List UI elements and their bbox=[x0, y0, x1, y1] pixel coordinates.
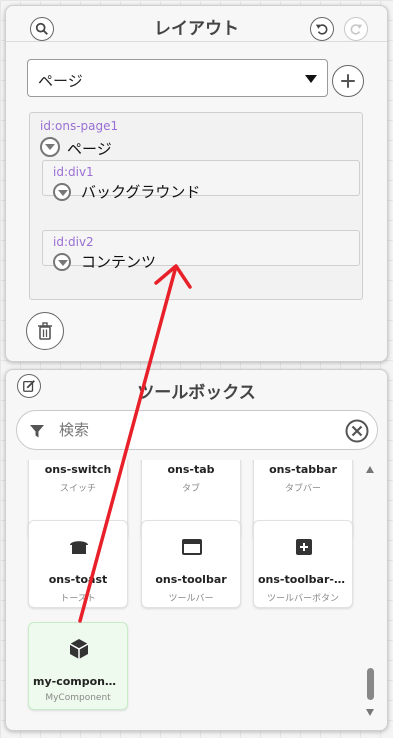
tool-card-ons-toolbar-button[interactable]: ons-toolbar-button ツールバーボタン bbox=[253, 520, 353, 608]
scrollbar-thumb[interactable] bbox=[367, 668, 374, 700]
clear-icon[interactable] bbox=[345, 419, 369, 443]
plus-square-icon bbox=[296, 539, 312, 555]
collapse-toggle-icon[interactable] bbox=[53, 183, 71, 201]
trash-icon bbox=[38, 322, 52, 340]
tree-node-id: id:div2 bbox=[53, 235, 94, 249]
scroll-down-arrow[interactable] bbox=[366, 709, 374, 716]
tool-name: ons-toast bbox=[48, 573, 108, 586]
tool-name: ons-toolbar bbox=[155, 573, 227, 586]
tool-name: ons-tabbar bbox=[269, 463, 337, 476]
toolbar-icon bbox=[182, 539, 202, 555]
tree-node-id: id:div1 bbox=[53, 165, 94, 179]
toolbox-panel-header: ツールボックス bbox=[6, 370, 387, 406]
tree-node-div1[interactable]: id:div1 バックグラウンド bbox=[42, 160, 360, 201]
tool-card-my-component[interactable]: my-component MyComponent bbox=[28, 622, 128, 710]
page-select-value: ページ bbox=[38, 72, 83, 90]
layout-tree: id:ons-page1 ページ id:div1 バックグラウンド id:div… bbox=[29, 112, 363, 300]
tool-subtitle: スイッチ bbox=[59, 484, 96, 494]
tool-card-ons-toast[interactable]: ons-toast トースト bbox=[28, 520, 128, 608]
layout-panel: レイアウト ページ id:ons-page1 ページ id:div1 バックグラ… bbox=[5, 5, 388, 362]
tool-subtitle: タブ bbox=[181, 484, 200, 494]
undo-icon bbox=[315, 24, 328, 35]
search-icon bbox=[35, 22, 48, 35]
tree-root-label[interactable]: ページ bbox=[67, 138, 112, 159]
add-page-button[interactable] bbox=[332, 65, 364, 97]
tool-subtitle: タブバー bbox=[284, 484, 321, 494]
tool-name: ons-tab bbox=[167, 463, 215, 476]
tree-node-label: バックグラウンド bbox=[81, 183, 201, 201]
cube-icon bbox=[69, 639, 89, 659]
toolbox-panel: ツールボックス ons-switch スイッチ ons-tab タブ ons-t… bbox=[5, 369, 388, 731]
tool-subtitle: トースト bbox=[60, 594, 96, 604]
chevron-down-icon bbox=[305, 75, 317, 83]
tool-name: my-component bbox=[33, 675, 123, 688]
tool-subtitle: ツールバーボタン bbox=[266, 594, 339, 604]
tool-subtitle: MyComponent bbox=[45, 693, 111, 703]
page-select[interactable]: ページ bbox=[27, 59, 328, 97]
collapse-toggle-icon[interactable] bbox=[40, 137, 60, 157]
toolbox-search bbox=[16, 410, 378, 450]
tree-root-id: id:ons-page1 bbox=[40, 119, 119, 133]
edit-icon bbox=[23, 380, 35, 392]
search-button[interactable] bbox=[30, 17, 54, 41]
scroll-up-arrow[interactable] bbox=[366, 466, 374, 473]
delete-button[interactable] bbox=[26, 312, 64, 350]
tool-subtitle: ツールバー bbox=[168, 594, 214, 604]
collapse-toggle-icon[interactable] bbox=[53, 253, 71, 271]
tool-card-ons-toolbar[interactable]: ons-toolbar ツールバー bbox=[141, 520, 241, 608]
undo-button[interactable] bbox=[310, 17, 334, 41]
toast-icon bbox=[70, 541, 88, 554]
tree-node-label: コンテンツ bbox=[81, 253, 157, 271]
tool-name: ons-switch bbox=[44, 463, 112, 476]
tree-node-div2[interactable]: id:div2 コンテンツ bbox=[42, 230, 360, 271]
redo-icon bbox=[350, 24, 363, 35]
edit-button[interactable] bbox=[17, 374, 41, 398]
toolbox-panel-title: ツールボックス bbox=[137, 383, 256, 403]
tool-name: ons-toolbar-button bbox=[258, 573, 348, 586]
plus-icon bbox=[341, 74, 355, 88]
toolbox-grid: ons-switch スイッチ ons-tab タブ ons-tabbar タブ… bbox=[6, 460, 366, 722]
filter-icon bbox=[30, 425, 44, 438]
redo-button[interactable] bbox=[344, 17, 368, 41]
toolbox-search-input[interactable] bbox=[59, 419, 329, 441]
